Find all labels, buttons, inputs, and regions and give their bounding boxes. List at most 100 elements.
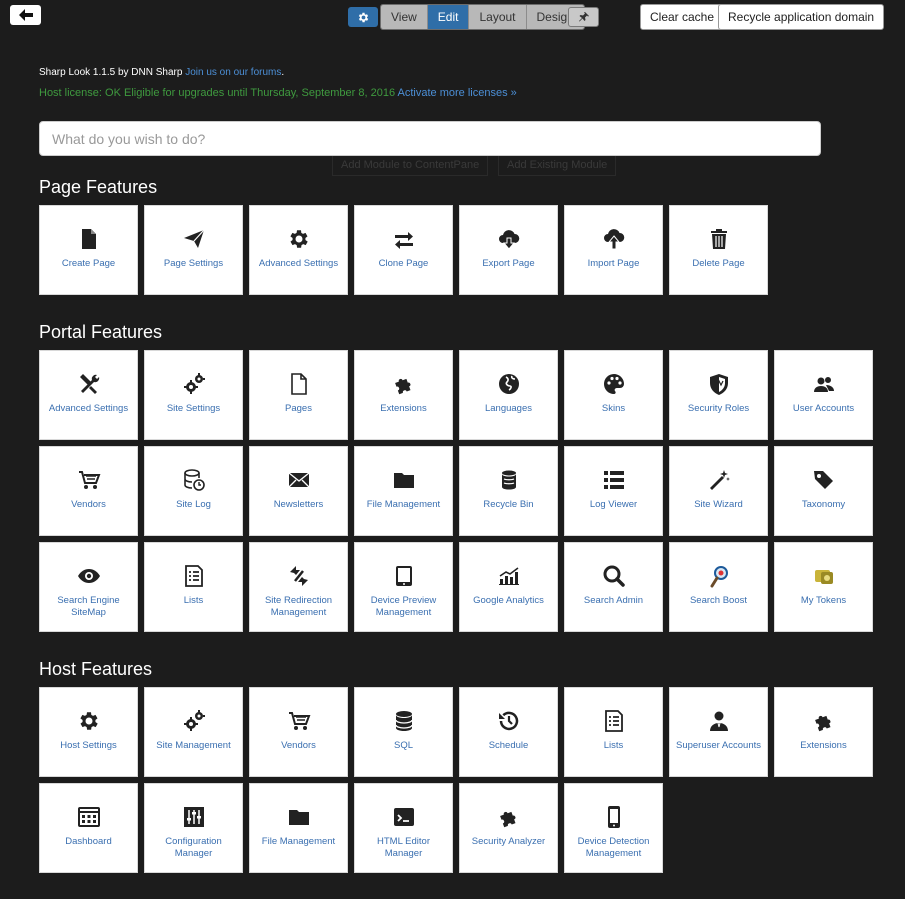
tile-portal-site-settings[interactable]: Site Settings <box>144 350 243 440</box>
tile-host-configuration-manager[interactable]: Configuration Manager <box>144 783 243 873</box>
tile-label: Recycle Bin <box>483 499 534 510</box>
tile-page-delete-page[interactable]: Delete Page <box>669 205 768 295</box>
tile-label: Host Settings <box>60 740 117 751</box>
host-features-title: Host Features <box>39 659 153 679</box>
pin-button[interactable] <box>568 7 599 27</box>
tile-portal-advanced-settings[interactable]: Advanced Settings <box>39 350 138 440</box>
bin-icon <box>497 467 521 493</box>
tile-host-file-management[interactable]: File Management <box>249 783 348 873</box>
tile-label: Languages <box>484 403 533 414</box>
tile-portal-user-accounts[interactable]: User Accounts <box>774 350 873 440</box>
tile-label: Security Analyzer <box>471 836 546 847</box>
tile-portal-recycle-bin[interactable]: Recycle Bin <box>459 446 558 536</box>
tile-portal-site-wizard[interactable]: Site Wizard <box>669 446 768 536</box>
tile-portal-file-management[interactable]: File Management <box>354 446 453 536</box>
tile-label: Log Viewer <box>589 499 638 510</box>
tile-host-vendors[interactable]: Vendors <box>249 687 348 777</box>
settings-button[interactable] <box>348 7 378 27</box>
tile-host-sql[interactable]: SQL <box>354 687 453 777</box>
tile-portal-taxonomy[interactable]: Taxonomy <box>774 446 873 536</box>
back-button[interactable] <box>10 5 41 25</box>
tile-label: Create Page <box>61 258 116 269</box>
exchange-icon <box>392 226 416 252</box>
tile-label: Site Redirection Management <box>264 595 333 618</box>
tile-portal-pages[interactable]: Pages <box>249 350 348 440</box>
gears-icon <box>182 708 206 734</box>
tile-page-export-page[interactable]: Export Page <box>459 205 558 295</box>
tile-portal-device-preview-management[interactable]: Device Preview Management <box>354 542 453 632</box>
tile-page-import-page[interactable]: Import Page <box>564 205 663 295</box>
tile-host-site-management[interactable]: Site Management <box>144 687 243 777</box>
clear-cache-button[interactable]: Clear cache <box>640 4 725 30</box>
gears-icon <box>182 371 206 397</box>
tile-label: Site Log <box>176 499 211 510</box>
database-clock-icon <box>182 467 206 493</box>
forum-link[interactable]: Join us on our forums <box>185 67 281 78</box>
tile-label: Site Wizard <box>694 499 743 510</box>
magic-wand-icon <box>707 467 731 493</box>
tile-host-device-detection-management[interactable]: Device Detection Management <box>564 783 663 873</box>
tile-label: User Accounts <box>792 403 855 414</box>
tile-portal-security-roles[interactable]: Security Roles <box>669 350 768 440</box>
tile-label: Import Page <box>587 258 640 269</box>
tile-host-html-editor-manager[interactable]: HTML Editor Manager <box>354 783 453 873</box>
mode-layout-button[interactable]: Layout <box>469 5 527 29</box>
tile-label: Vendors <box>71 499 106 510</box>
tile-portal-log-viewer[interactable]: Log Viewer <box>564 446 663 536</box>
add-module-button[interactable]: Add Module to ContentPane <box>332 156 489 176</box>
puzzle-icon <box>392 371 416 397</box>
tile-host-schedule[interactable]: Schedule <box>459 687 558 777</box>
tile-label: Lists <box>603 740 624 751</box>
tile-page-page-settings[interactable]: Page Settings <box>144 205 243 295</box>
tile-label: Newsletters <box>273 499 324 510</box>
tile-host-dashboard[interactable]: Dashboard <box>39 783 138 873</box>
recycle-app-domain-button[interactable]: Recycle application domain <box>718 4 885 30</box>
tile-label: Skins <box>601 403 626 414</box>
history-icon <box>497 708 521 734</box>
tile-portal-site-redirection-management[interactable]: Site Redirection Management <box>249 542 348 632</box>
magnifier-icon <box>602 563 626 589</box>
tile-label: Clone Page <box>378 258 429 269</box>
tile-portal-site-log[interactable]: Site Log <box>144 446 243 536</box>
phone-icon <box>602 804 626 830</box>
tile-label: Device Detection Management <box>577 836 650 859</box>
tile-label: Search Admin <box>583 595 644 606</box>
product-info: Sharp Look 1.1.5 by DNN Sharp Join us on… <box>39 67 285 78</box>
tile-portal-my-tokens[interactable]: My Tokens <box>774 542 873 632</box>
tile-portal-search-engine-sitemap[interactable]: Search Engine SiteMap <box>39 542 138 632</box>
tile-portal-newsletters[interactable]: Newsletters <box>249 446 348 536</box>
cloud-upload-icon <box>602 226 626 252</box>
tile-page-clone-page[interactable]: Clone Page <box>354 205 453 295</box>
activate-licenses-link[interactable]: Activate more licenses » <box>398 87 517 99</box>
tile-portal-languages[interactable]: Languages <box>459 350 558 440</box>
tile-host-superuser-accounts[interactable]: Superuser Accounts <box>669 687 768 777</box>
tile-host-security-analyzer[interactable]: Security Analyzer <box>459 783 558 873</box>
mode-edit-button[interactable]: Edit <box>427 5 470 29</box>
arrow-left-icon <box>18 9 33 21</box>
tile-portal-skins[interactable]: Skins <box>564 350 663 440</box>
tile-page-create-page[interactable]: Create Page <box>39 205 138 295</box>
mode-view-button[interactable]: View <box>381 5 428 29</box>
license-status: Host license: OK Eligible for upgrades u… <box>39 87 396 99</box>
tile-label: Advanced Settings <box>258 258 339 269</box>
tile-label: Security Roles <box>687 403 750 414</box>
tile-portal-search-admin[interactable]: Search Admin <box>564 542 663 632</box>
add-existing-module-button[interactable]: Add Existing Module <box>498 156 617 176</box>
tile-portal-search-boost[interactable]: Search Boost <box>669 542 768 632</box>
tokens-icon <box>812 563 836 589</box>
puzzle-icon <box>812 708 836 734</box>
trash-icon <box>707 226 731 252</box>
database-icon <box>392 708 416 734</box>
tile-label: Device Preview Management <box>370 595 437 618</box>
tile-host-host-settings[interactable]: Host Settings <box>39 687 138 777</box>
tile-page-advanced-settings[interactable]: Advanced Settings <box>249 205 348 295</box>
tile-portal-google-analytics[interactable]: Google Analytics <box>459 542 558 632</box>
tile-portal-lists[interactable]: Lists <box>144 542 243 632</box>
tile-portal-extensions[interactable]: Extensions <box>354 350 453 440</box>
tile-portal-vendors[interactable]: Vendors <box>39 446 138 536</box>
search-input[interactable] <box>39 121 821 156</box>
tile-host-extensions[interactable]: Extensions <box>774 687 873 777</box>
tile-host-lists[interactable]: Lists <box>564 687 663 777</box>
terminal-icon <box>392 804 416 830</box>
tablet-icon <box>392 563 416 589</box>
